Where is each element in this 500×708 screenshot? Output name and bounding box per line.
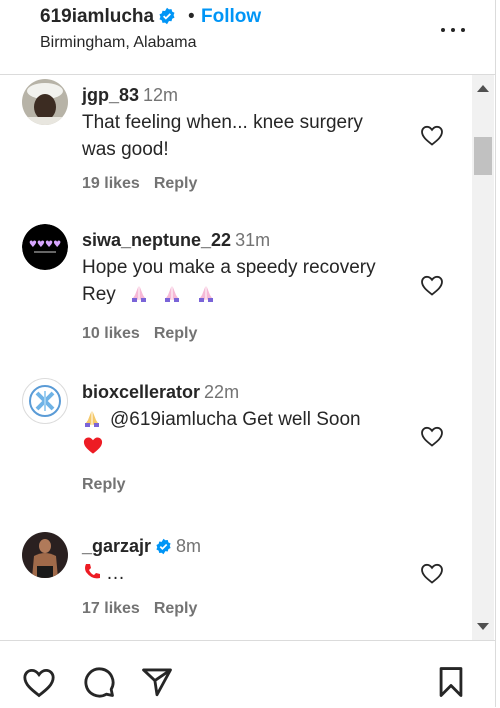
- comment-username[interactable]: jgp_83 12m: [82, 85, 178, 106]
- verified-badge-icon: [156, 538, 171, 555]
- comment-username[interactable]: siwa_neptune_22 31m: [82, 230, 270, 251]
- share-paper-plane-icon[interactable]: [140, 665, 174, 699]
- svg-text:♥♥♥♥: ♥♥♥♥: [29, 240, 61, 250]
- comment-likes-count[interactable]: 10 likes: [82, 325, 140, 342]
- comment-text-line: [82, 433, 412, 460]
- reply-button[interactable]: Reply: [154, 325, 198, 342]
- comment-meta: 10 likes Reply: [82, 325, 197, 343]
- comment-likes-count[interactable]: 19 likes: [82, 175, 140, 192]
- avatar[interactable]: ♥♥♥♥: [22, 224, 68, 270]
- more-options-icon[interactable]: [438, 20, 468, 40]
- comment-meta: 19 likes Reply: [82, 175, 197, 193]
- comment-timestamp[interactable]: 12m: [143, 85, 178, 105]
- avatar[interactable]: [22, 79, 68, 125]
- praying-hands-emoji-icon: [132, 286, 147, 302]
- comment-meta: Reply: [82, 476, 126, 494]
- like-comment-heart-icon[interactable]: [420, 274, 444, 296]
- comment-username-text[interactable]: siwa_neptune_22: [82, 230, 231, 250]
- comment-item: bioxcellerator 22m @619iamlucha Get well …: [0, 370, 472, 522]
- comment-text-line: was good!: [82, 139, 169, 160]
- like-comment-heart-icon[interactable]: [420, 425, 444, 447]
- comment-timestamp[interactable]: 31m: [235, 230, 270, 250]
- comment-username[interactable]: _garzajr 8m: [82, 536, 201, 557]
- comments-scrollbar[interactable]: [472, 75, 494, 640]
- scroll-down-arrow-icon[interactable]: [477, 623, 489, 630]
- comment-text: Hope you make a speedy recovery Rey: [82, 254, 412, 308]
- scrollbar-thumb[interactable]: [474, 137, 492, 175]
- comment-text-word: …: [106, 563, 125, 584]
- verified-badge-icon: [159, 7, 175, 25]
- like-comment-heart-icon[interactable]: [420, 124, 444, 146]
- comment-username-text[interactable]: jgp_83: [82, 85, 139, 105]
- praying-hands-emoji-icon: [85, 411, 99, 427]
- comment-timestamp[interactable]: 22m: [204, 382, 239, 402]
- comment-username-text[interactable]: _garzajr: [82, 536, 151, 556]
- praying-hands-emoji-icon: [165, 286, 180, 302]
- post-comments-panel: 619iamlucha • Follow Birmingham, Alabama…: [0, 0, 496, 708]
- comment-text-line: That feeling when... knee surgery: [82, 112, 363, 133]
- comment-text: That feeling when... knee surgery was go…: [82, 109, 412, 163]
- post-location[interactable]: Birmingham, Alabama: [40, 34, 197, 52]
- praying-hands-emoji-icon: [198, 286, 213, 302]
- reply-button[interactable]: Reply: [82, 476, 126, 493]
- comment-likes-count[interactable]: 17 likes: [82, 600, 140, 617]
- comment-timestamp[interactable]: 8m: [176, 536, 201, 556]
- comment-text-line: Rey: [82, 281, 412, 308]
- comment-meta: 17 likes Reply: [82, 600, 197, 618]
- post-header: 619iamlucha • Follow Birmingham, Alabama: [0, 0, 495, 75]
- header-username[interactable]: 619iamlucha: [40, 6, 176, 28]
- comment-text-word: Rey: [82, 284, 116, 305]
- comment-text-line: Hope you make a speedy recovery: [82, 257, 376, 278]
- header-separator: •: [188, 6, 195, 27]
- red-heart-emoji-icon: [83, 437, 103, 454]
- reply-button[interactable]: Reply: [154, 600, 198, 617]
- comment-item: ♥♥♥♥ siwa_neptune_22 31m Hope you make a …: [0, 220, 472, 370]
- comment-text-line: …: [82, 560, 412, 587]
- avatar[interactable]: [22, 532, 68, 578]
- comment-username[interactable]: bioxcellerator 22m: [82, 382, 239, 403]
- follow-button[interactable]: Follow: [201, 6, 261, 28]
- like-comment-heart-icon[interactable]: [420, 562, 444, 584]
- post-action-bar: [0, 640, 495, 708]
- comment-item: _garzajr 8m … 17 likes Reply: [0, 522, 472, 640]
- comment-text-word: Get well Soon: [237, 409, 361, 430]
- like-post-heart-icon[interactable]: [22, 665, 56, 699]
- telephone-receiver-emoji-icon: [85, 564, 100, 579]
- comment-bubble-icon[interactable]: [82, 665, 116, 699]
- comment-username-text[interactable]: bioxcellerator: [82, 382, 200, 402]
- comment-item: jgp_83 12m That feeling when... knee surg…: [0, 75, 472, 220]
- comments-list[interactable]: jgp_83 12m That feeling when... knee surg…: [0, 75, 472, 640]
- comment-text: @619iamlucha Get well Soon: [82, 406, 412, 460]
- reply-button[interactable]: Reply: [154, 175, 198, 192]
- comment-text: …: [82, 560, 412, 587]
- avatar[interactable]: [22, 378, 68, 424]
- header-username-text[interactable]: 619iamlucha: [40, 6, 154, 27]
- comment-text-line: @619iamlucha Get well Soon: [82, 406, 412, 433]
- comment-mention-link[interactable]: @619iamlucha: [110, 409, 237, 430]
- save-bookmark-icon[interactable]: [434, 665, 468, 699]
- scroll-up-arrow-icon[interactable]: [477, 85, 489, 92]
